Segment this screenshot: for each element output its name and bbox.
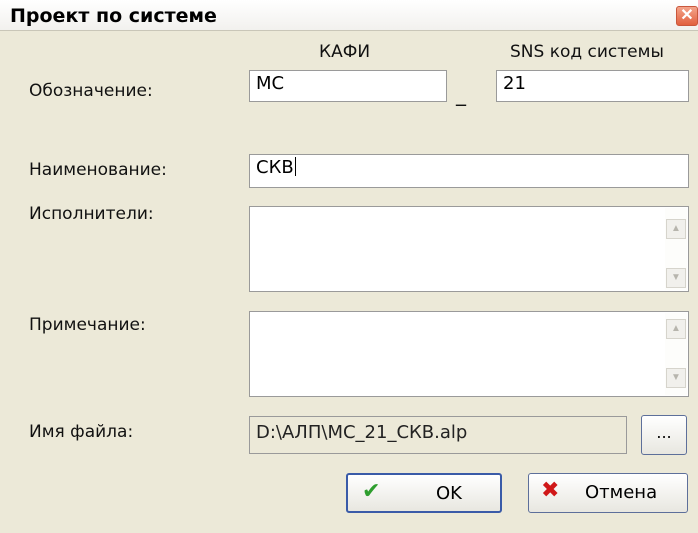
- kafi-column-label: КАФИ: [319, 42, 371, 62]
- filename-label: Имя файла:: [29, 422, 134, 442]
- executors-scrollbar[interactable]: ▲ ▼: [665, 208, 687, 290]
- executors-textarea[interactable]: ▲ ▼: [249, 206, 689, 292]
- cancel-x-icon: ✖: [541, 478, 560, 503]
- ok-button[interactable]: ✔ OK: [346, 473, 502, 513]
- designation-label: Обозначение:: [29, 81, 153, 101]
- title-bar[interactable]: Проект по системе ✕: [0, 0, 698, 31]
- text-caret: [294, 157, 296, 176]
- sns-code-input[interactable]: 21: [496, 70, 689, 102]
- filename-field: D:\АЛП\МС_21_СКВ.alp: [249, 416, 627, 454]
- close-icon[interactable]: ✕: [676, 6, 698, 26]
- kafi-input[interactable]: МС: [249, 70, 447, 102]
- window-title: Проект по системе: [10, 5, 217, 27]
- project-dialog: Проект по системе ✕ КАФИ SNS код системы…: [0, 0, 698, 533]
- name-input[interactable]: СКВ: [249, 154, 689, 188]
- cancel-button[interactable]: ✖ Отмена: [528, 473, 688, 513]
- note-textarea[interactable]: ▲ ▼: [249, 311, 689, 397]
- ok-label: OK: [436, 483, 462, 504]
- scroll-up-icon[interactable]: ▲: [666, 319, 686, 339]
- scroll-down-icon[interactable]: ▼: [666, 268, 686, 288]
- scroll-up-icon[interactable]: ▲: [666, 219, 686, 239]
- name-label: Наименование:: [29, 160, 167, 180]
- note-scrollbar[interactable]: ▲ ▼: [665, 313, 687, 395]
- browse-button[interactable]: ...: [641, 415, 687, 455]
- sns-column-label: SNS код системы: [510, 42, 664, 62]
- scroll-down-icon[interactable]: ▼: [666, 368, 686, 388]
- code-separator: _: [456, 82, 466, 106]
- note-label: Примечание:: [29, 315, 146, 335]
- checkmark-icon: ✔: [362, 479, 381, 504]
- executors-label: Исполнители:: [29, 204, 154, 224]
- cancel-label: Отмена: [585, 482, 658, 503]
- name-input-text: СКВ: [256, 157, 294, 178]
